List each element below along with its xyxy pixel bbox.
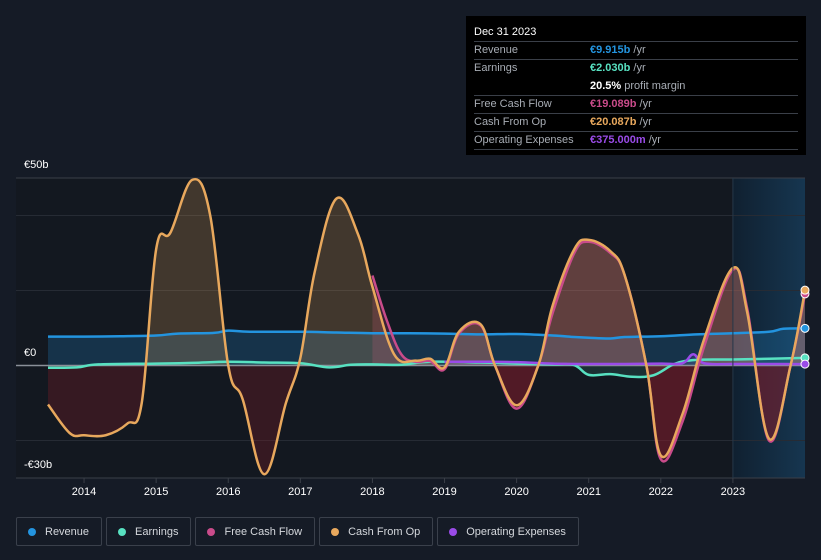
tooltip-row-cfo: Cash From Op €20.087b /yr <box>474 114 798 132</box>
legend-label: Operating Expenses <box>466 525 566 538</box>
x-tick-label: 2023 <box>721 486 745 498</box>
endpoint-cfo <box>800 285 810 295</box>
legend-item-free-cash-flow[interactable]: Free Cash Flow <box>195 517 316 546</box>
legend-dot-icon <box>449 527 458 536</box>
legend-label: Cash From Op <box>348 525 421 538</box>
legend-dot-icon <box>28 527 36 536</box>
tooltip-unit: /yr <box>636 98 652 110</box>
tooltip-value: 20.5% <box>590 80 622 92</box>
tooltip: Dec 31 2023 Revenue €9.915b /yr Earnings… <box>466 16 806 155</box>
y-tick-label-zero: €0 <box>24 347 37 359</box>
tooltip-label: Free Cash Flow <box>474 98 552 110</box>
legend-item-revenue[interactable]: Revenue <box>16 517 103 546</box>
y-tick-label-bottom: -€30b <box>24 459 53 471</box>
endpoint-revenue <box>800 323 810 333</box>
tooltip-value: €20.087b <box>590 116 637 128</box>
legend-label: Revenue <box>45 525 90 538</box>
legend-item-operating-expenses[interactable]: Operating Expenses <box>437 517 579 546</box>
x-tick-label: 2021 <box>576 486 600 498</box>
x-tick-label: 2015 <box>144 486 168 498</box>
tooltip-label: Earnings <box>474 62 518 74</box>
legend: Revenue Earnings Free Cash Flow Cash Fro… <box>16 517 579 546</box>
legend-dot-icon <box>331 527 340 536</box>
tooltip-date: Dec 31 2023 <box>474 24 798 42</box>
tooltip-unit: /yr <box>630 62 646 74</box>
tooltip-value: €2.030b <box>590 62 631 74</box>
gridlines <box>16 177 805 479</box>
x-axis: 2014 2015 2016 2017 2018 2019 2020 2021 2022 2023 <box>16 477 805 498</box>
tooltip-value: €9.915b <box>590 44 631 56</box>
tooltip-unit: /yr <box>636 116 652 128</box>
tooltip-row-earnings: Earnings €2.030b /yr <box>474 60 798 78</box>
tooltip-row-opex: Operating Expenses €375.000m /yr <box>474 132 798 150</box>
legend-dot-icon <box>207 527 216 536</box>
y-tick-label-top: €50b <box>24 159 49 171</box>
x-tick-label: 2020 <box>504 486 528 498</box>
tooltip-value: €375.000m <box>590 134 646 146</box>
tooltip-unit: /yr <box>630 44 646 56</box>
legend-item-earnings[interactable]: Earnings <box>106 517 192 546</box>
legend-label: Free Cash Flow <box>224 525 303 538</box>
tooltip-value: €19.089b <box>590 98 637 110</box>
tooltip-label: Operating Expenses <box>474 134 574 146</box>
tooltip-unit: profit margin <box>621 80 686 92</box>
x-tick-label: 2019 <box>432 486 456 498</box>
tooltip-label: Revenue <box>474 44 519 56</box>
x-tick-label: 2016 <box>216 486 240 498</box>
tooltip-label: Cash From Op <box>474 116 547 128</box>
x-tick-label: 2017 <box>288 486 312 498</box>
legend-dot-icon <box>118 527 127 536</box>
legend-item-cash-from-op[interactable]: Cash From Op <box>319 517 434 546</box>
tooltip-label <box>474 78 590 95</box>
x-tick-label: 2018 <box>360 486 384 498</box>
x-tick-label: 2022 <box>649 486 673 498</box>
tooltip-row-revenue: Revenue €9.915b /yr <box>474 42 798 60</box>
tooltip-unit: /yr <box>645 134 661 146</box>
legend-label: Earnings <box>135 525 179 538</box>
x-tick-label: 2014 <box>72 486 96 498</box>
tooltip-row-margin: 20.5% profit margin <box>474 78 798 96</box>
endpoint-opex <box>800 359 810 369</box>
tooltip-row-fcf: Free Cash Flow €19.089b /yr <box>474 96 798 114</box>
